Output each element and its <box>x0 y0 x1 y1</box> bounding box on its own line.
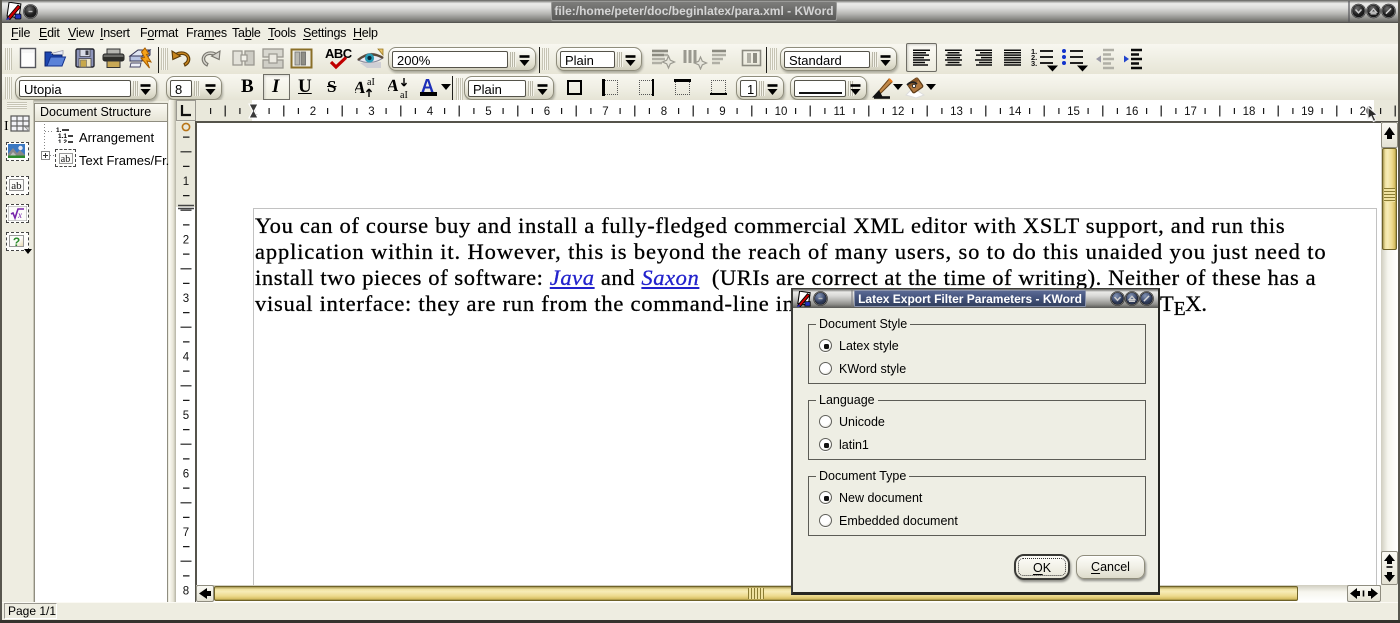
svg-text:6: 6 <box>183 469 189 481</box>
svg-text:8: 8 <box>183 586 189 598</box>
svg-text:10: 10 <box>775 106 788 118</box>
svg-text:6: 6 <box>544 106 550 118</box>
svg-text:14: 14 <box>1009 106 1022 118</box>
svg-text:2: 2 <box>310 106 316 118</box>
svg-text:11: 11 <box>834 106 846 118</box>
svg-text:x: x <box>17 210 22 220</box>
svg-text:4: 4 <box>183 352 190 364</box>
svg-text:1.2: 1.2 <box>58 139 67 143</box>
svg-text:9: 9 <box>719 106 725 118</box>
svg-text:1: 1 <box>183 176 189 188</box>
svg-text:12: 12 <box>892 106 905 118</box>
svg-text:5: 5 <box>183 410 189 422</box>
svg-text:aI: aI <box>400 90 408 100</box>
svg-text:15: 15 <box>1067 106 1080 118</box>
svg-text:A: A <box>388 76 401 95</box>
svg-text:18: 18 <box>1243 106 1256 118</box>
svg-text:2: 2 <box>183 235 189 247</box>
svg-text:4: 4 <box>427 106 434 118</box>
svg-text:I: I <box>4 119 9 134</box>
svg-text:17: 17 <box>1184 106 1197 118</box>
svg-text:A: A <box>355 78 368 97</box>
svg-text:16: 16 <box>1126 106 1139 118</box>
svg-text:7: 7 <box>602 106 608 118</box>
svg-text:8: 8 <box>661 106 667 118</box>
svg-text:3: 3 <box>368 106 374 118</box>
svg-text:5: 5 <box>485 106 491 118</box>
svg-text:13: 13 <box>950 106 963 118</box>
svg-text:3: 3 <box>183 293 189 305</box>
svg-text:3.: 3. <box>1031 59 1037 68</box>
svg-text:19: 19 <box>1301 106 1314 118</box>
svg-text:7: 7 <box>183 527 189 539</box>
svg-text:aI: aI <box>367 77 375 88</box>
